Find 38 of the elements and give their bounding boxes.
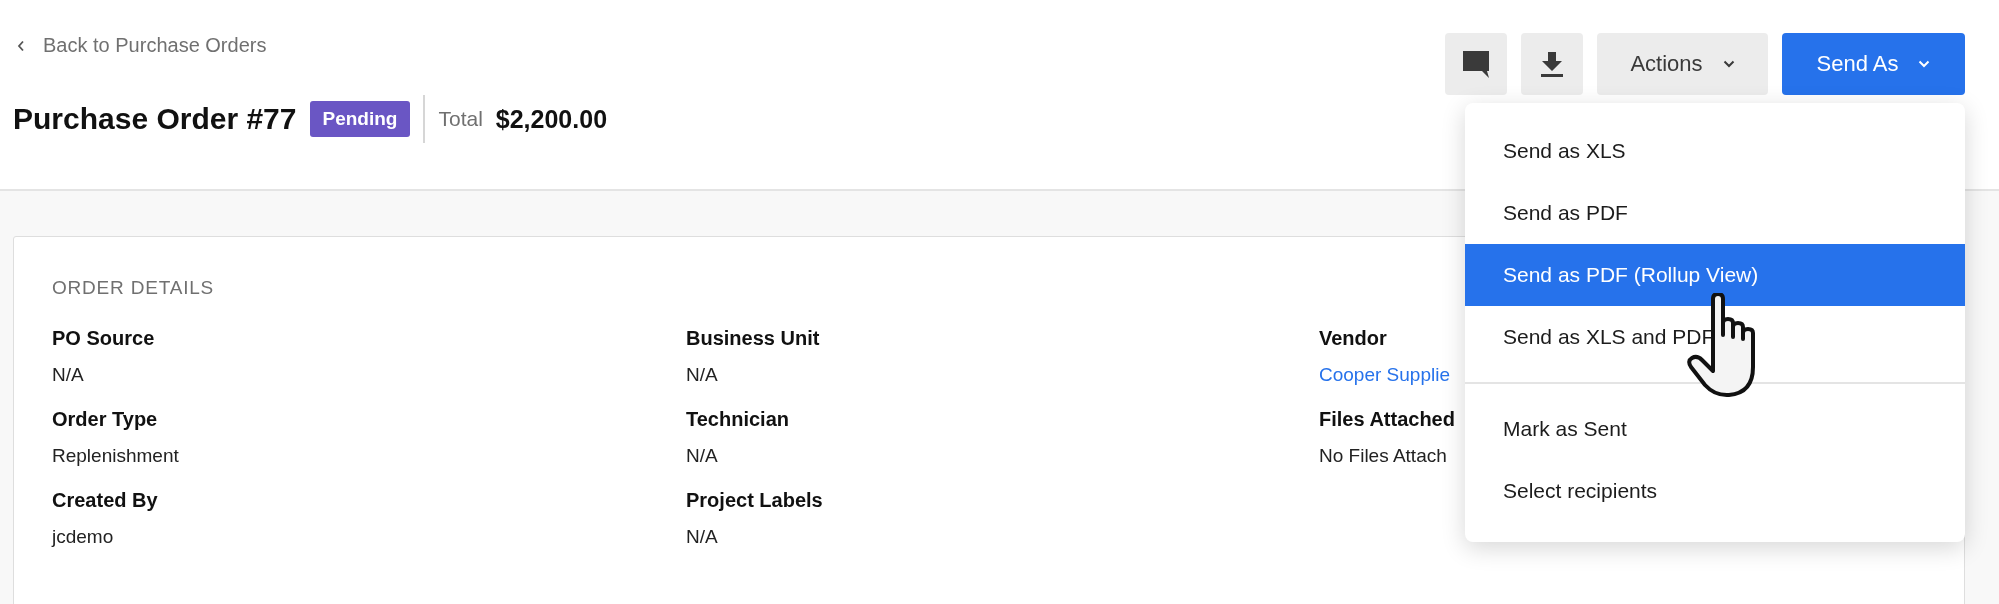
menu-item[interactable]: Mark as Sent	[1465, 398, 1965, 460]
field-value: N/A	[686, 364, 718, 386]
field-label: Files Attached	[1319, 408, 1455, 431]
field-value: N/A	[52, 364, 84, 386]
menu-item[interactable]: Select recipients	[1465, 460, 1965, 522]
field-value: No Files Attach	[1319, 445, 1447, 467]
comment-button[interactable]	[1445, 33, 1507, 95]
total-label: Total	[438, 107, 483, 131]
field-label: Vendor	[1319, 327, 1387, 350]
actions-button[interactable]: Actions	[1597, 33, 1768, 95]
caret-icon	[1918, 60, 1931, 68]
download-button[interactable]	[1521, 33, 1583, 95]
total-amount: $2,200.00	[495, 104, 608, 134]
menu-item[interactable]: Send as PDF (Rollup View)	[1465, 244, 1965, 306]
caret-icon	[1722, 60, 1735, 68]
field-value: Replenishment	[52, 445, 179, 467]
vendor-link[interactable]: Cooper Supplie	[1319, 364, 1450, 386]
speech-bubble-icon	[1460, 48, 1492, 80]
menu-item[interactable]: Send as XLS	[1465, 120, 1965, 182]
menu-item[interactable]: Send as XLS and PDF	[1465, 306, 1965, 368]
field-label: Created By	[52, 489, 158, 512]
status-badge: Pending	[309, 101, 411, 137]
field-label: PO Source	[52, 327, 155, 350]
field-label: Technician	[686, 408, 789, 431]
back-link-label: Back to Purchase Orders	[43, 34, 267, 57]
field-label: Project Labels	[686, 489, 823, 512]
section-title: ORDER DETAILS	[52, 277, 216, 299]
field-label: Business Unit	[686, 327, 820, 350]
field-value: N/A	[686, 445, 718, 467]
field-value: N/A	[686, 526, 718, 548]
back-link[interactable]: Back to Purchase Orders	[13, 34, 608, 57]
send-as-button[interactable]: Send As	[1782, 33, 1965, 95]
back-chevron-icon	[17, 39, 25, 52]
field-label: Order Type	[52, 408, 158, 431]
menu-item[interactable]: Send as PDF	[1465, 182, 1965, 244]
download-icon	[1540, 50, 1564, 78]
page-title: Purchase Order #77	[13, 102, 297, 136]
field-value: jcdemo	[52, 526, 114, 548]
